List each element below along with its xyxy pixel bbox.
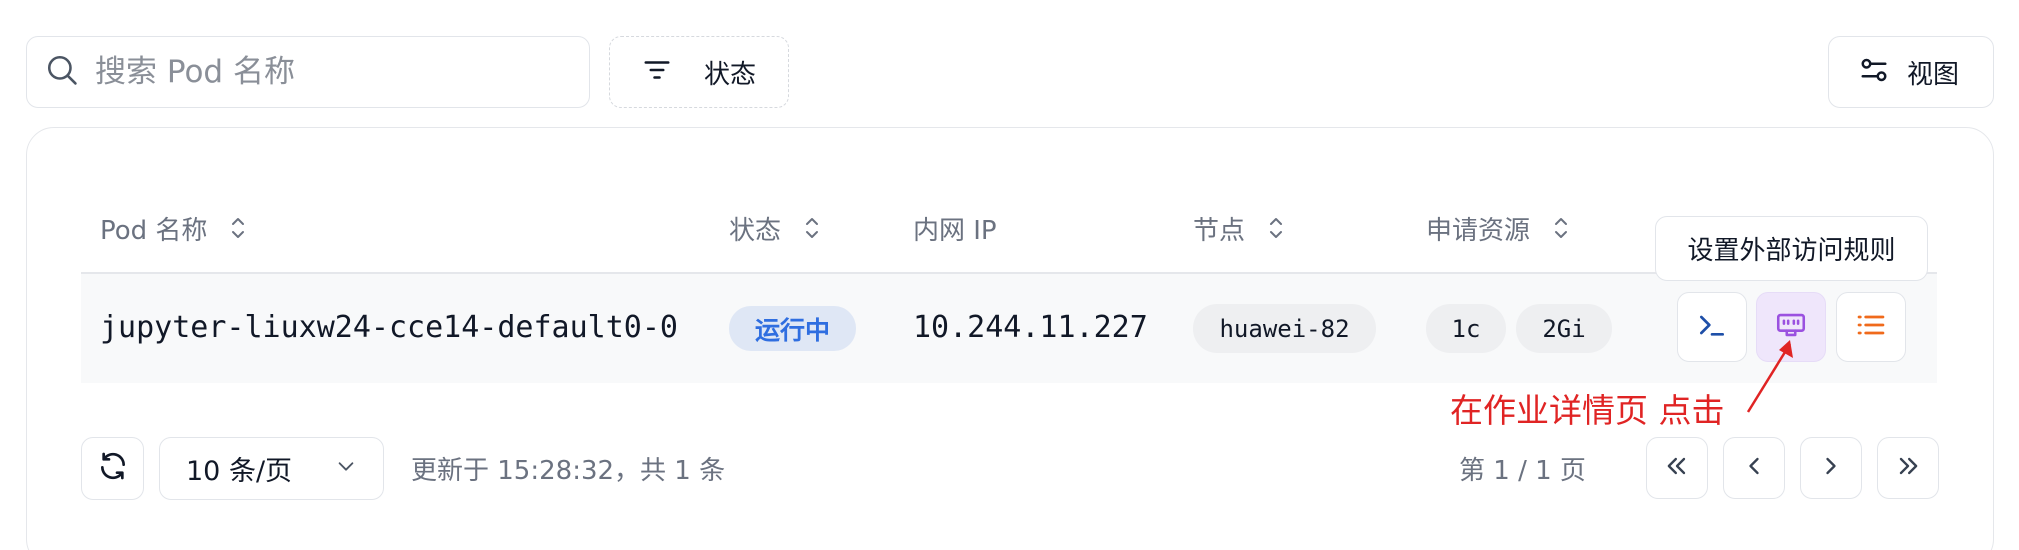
page-info: 第 1 / 1 页: [1459, 456, 1586, 486]
status-filter-button[interactable]: 状态: [609, 36, 789, 108]
chevrons-left-icon: [1663, 452, 1691, 485]
annotation-arrow-icon: [1746, 340, 1793, 413]
update-info: 更新于 15:28:32，共 1 条: [411, 456, 726, 486]
node-badge: huawei-82: [1193, 304, 1376, 353]
column-label: 节点: [1193, 215, 1246, 246]
column-label: 申请资源: [1426, 215, 1531, 246]
next-page-button[interactable]: [1800, 437, 1862, 499]
column-header-ip: 内网 IP: [913, 208, 997, 248]
refresh-icon: [97, 450, 129, 487]
terminal-button[interactable]: [1677, 292, 1747, 362]
settings-sliders-icon: [1859, 55, 1889, 90]
terminal-icon: [1696, 309, 1728, 346]
memory-badge: 2Gi: [1516, 304, 1612, 353]
sort-icon[interactable]: [1267, 215, 1285, 241]
column-header-status[interactable]: 状态: [729, 208, 821, 248]
pod-name-cell: jupyter-liuxw24-cce14-default0-0: [100, 310, 678, 345]
list-icon: [1855, 309, 1887, 346]
column-header-pod-name[interactable]: Pod 名称: [100, 208, 247, 248]
refresh-button[interactable]: [81, 437, 144, 500]
sort-icon[interactable]: [803, 215, 821, 241]
chevron-down-icon: [335, 453, 357, 484]
chevrons-right-icon: [1894, 452, 1922, 485]
page-size-select[interactable]: 10 条/页: [159, 437, 384, 500]
column-label: 内网 IP: [913, 215, 997, 246]
view-label: 视图: [1907, 59, 1960, 90]
view-button[interactable]: 视图: [1828, 36, 1994, 108]
column-label: 状态: [729, 215, 782, 246]
chevron-left-icon: [1740, 452, 1768, 485]
first-page-button[interactable]: [1646, 437, 1708, 499]
sort-icon[interactable]: [1552, 215, 1570, 241]
cpu-badge: 1c: [1426, 304, 1506, 353]
filter-icon: [642, 55, 672, 90]
status-badge: 运行中: [729, 306, 856, 351]
search-input[interactable]: [95, 54, 575, 90]
external-access-tooltip: 设置外部访问规则: [1655, 216, 1928, 281]
column-header-resources[interactable]: 申请资源: [1426, 208, 1570, 248]
column-label: Pod 名称: [100, 215, 208, 246]
logs-button[interactable]: [1836, 292, 1906, 362]
prev-page-button[interactable]: [1723, 437, 1785, 499]
chevron-right-icon: [1817, 452, 1845, 485]
ip-cell: 10.244.11.227: [913, 310, 1148, 345]
column-header-node[interactable]: 节点: [1193, 208, 1285, 248]
search-icon: [45, 53, 79, 92]
page-size-value: 10 条/页: [186, 456, 293, 487]
status-filter-label: 状态: [704, 59, 757, 90]
last-page-button[interactable]: [1877, 437, 1939, 499]
annotation-text: 在作业详情页 点击: [1450, 391, 1725, 430]
search-box[interactable]: [26, 36, 590, 108]
sort-icon[interactable]: [229, 215, 247, 241]
